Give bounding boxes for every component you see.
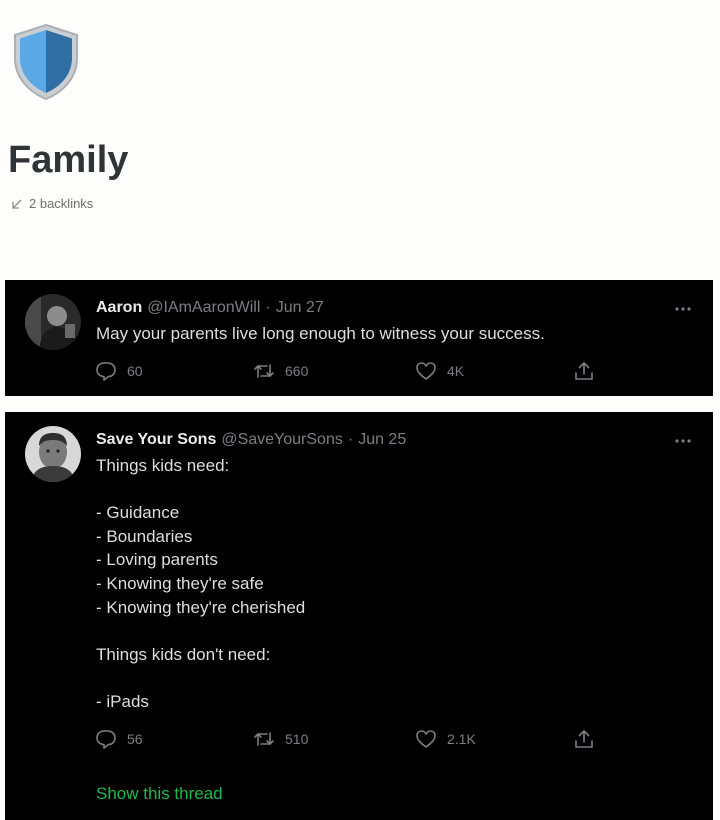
avatar[interactable] [25,294,81,350]
retweet-icon [253,728,275,750]
tweet-date[interactable]: Jun 27 [276,298,324,318]
tweet-text: Things kids need: - Guidance - Boundarie… [96,456,306,711]
author-handle[interactable]: @SaveYourSons [221,430,343,450]
page-title: Family [8,139,129,181]
arrow-down-left-icon [11,198,23,210]
retweet-icon [253,360,275,382]
tweet-header: Save Your Sons @SaveYourSons · Jun 25 [96,430,406,450]
share-icon [573,360,595,382]
author-name[interactable]: Save Your Sons [96,430,216,450]
tweet-card[interactable]: Save Your Sons @SaveYourSons · Jun 25 Th… [5,412,713,820]
tweet-text: May your parents live long enough to wit… [96,324,545,343]
share-icon [573,728,595,750]
avatar[interactable] [25,426,81,482]
heart-icon [415,728,437,750]
share-button[interactable] [573,360,595,382]
share-button[interactable] [573,728,595,750]
like-button[interactable]: 4K [415,360,573,382]
backlinks-link[interactable]: 2 backlinks [11,196,93,212]
shield-icon[interactable] [10,22,82,102]
separator: · [265,299,271,316]
reply-icon [95,728,117,750]
tweet-actions: 60 660 4K [95,360,595,382]
tweet-header: Aaron @IAmAaronWill · Jun 27 [96,298,324,318]
show-thread-link[interactable]: Show this thread [96,784,223,804]
separator: · [347,431,354,448]
like-count: 2.1K [447,731,476,747]
reply-icon [95,360,117,382]
author-handle[interactable]: @IAmAaronWill [147,298,260,318]
like-button[interactable]: 2.1K [415,728,573,750]
tweet-date[interactable]: Jun 25 [358,430,406,450]
tweet-actions: 56 510 2.1K [95,728,595,750]
reply-count: 56 [127,731,143,747]
retweet-button[interactable]: 660 [253,360,415,382]
backlinks-label: 2 backlinks [29,196,94,211]
tweet-card[interactable]: Aaron @IAmAaronWill · Jun 27 May your pa… [5,280,713,396]
more-options-icon[interactable] [673,300,693,311]
retweet-count: 510 [285,731,309,747]
retweet-button[interactable]: 510 [253,728,415,750]
reply-button[interactable]: 56 [95,728,253,750]
reply-count: 60 [127,363,143,379]
more-options-icon[interactable] [673,432,693,443]
heart-icon [415,360,437,382]
retweet-count: 660 [285,363,309,379]
author-name[interactable]: Aaron [96,298,142,318]
like-count: 4K [447,363,465,379]
reply-button[interactable]: 60 [95,360,253,382]
